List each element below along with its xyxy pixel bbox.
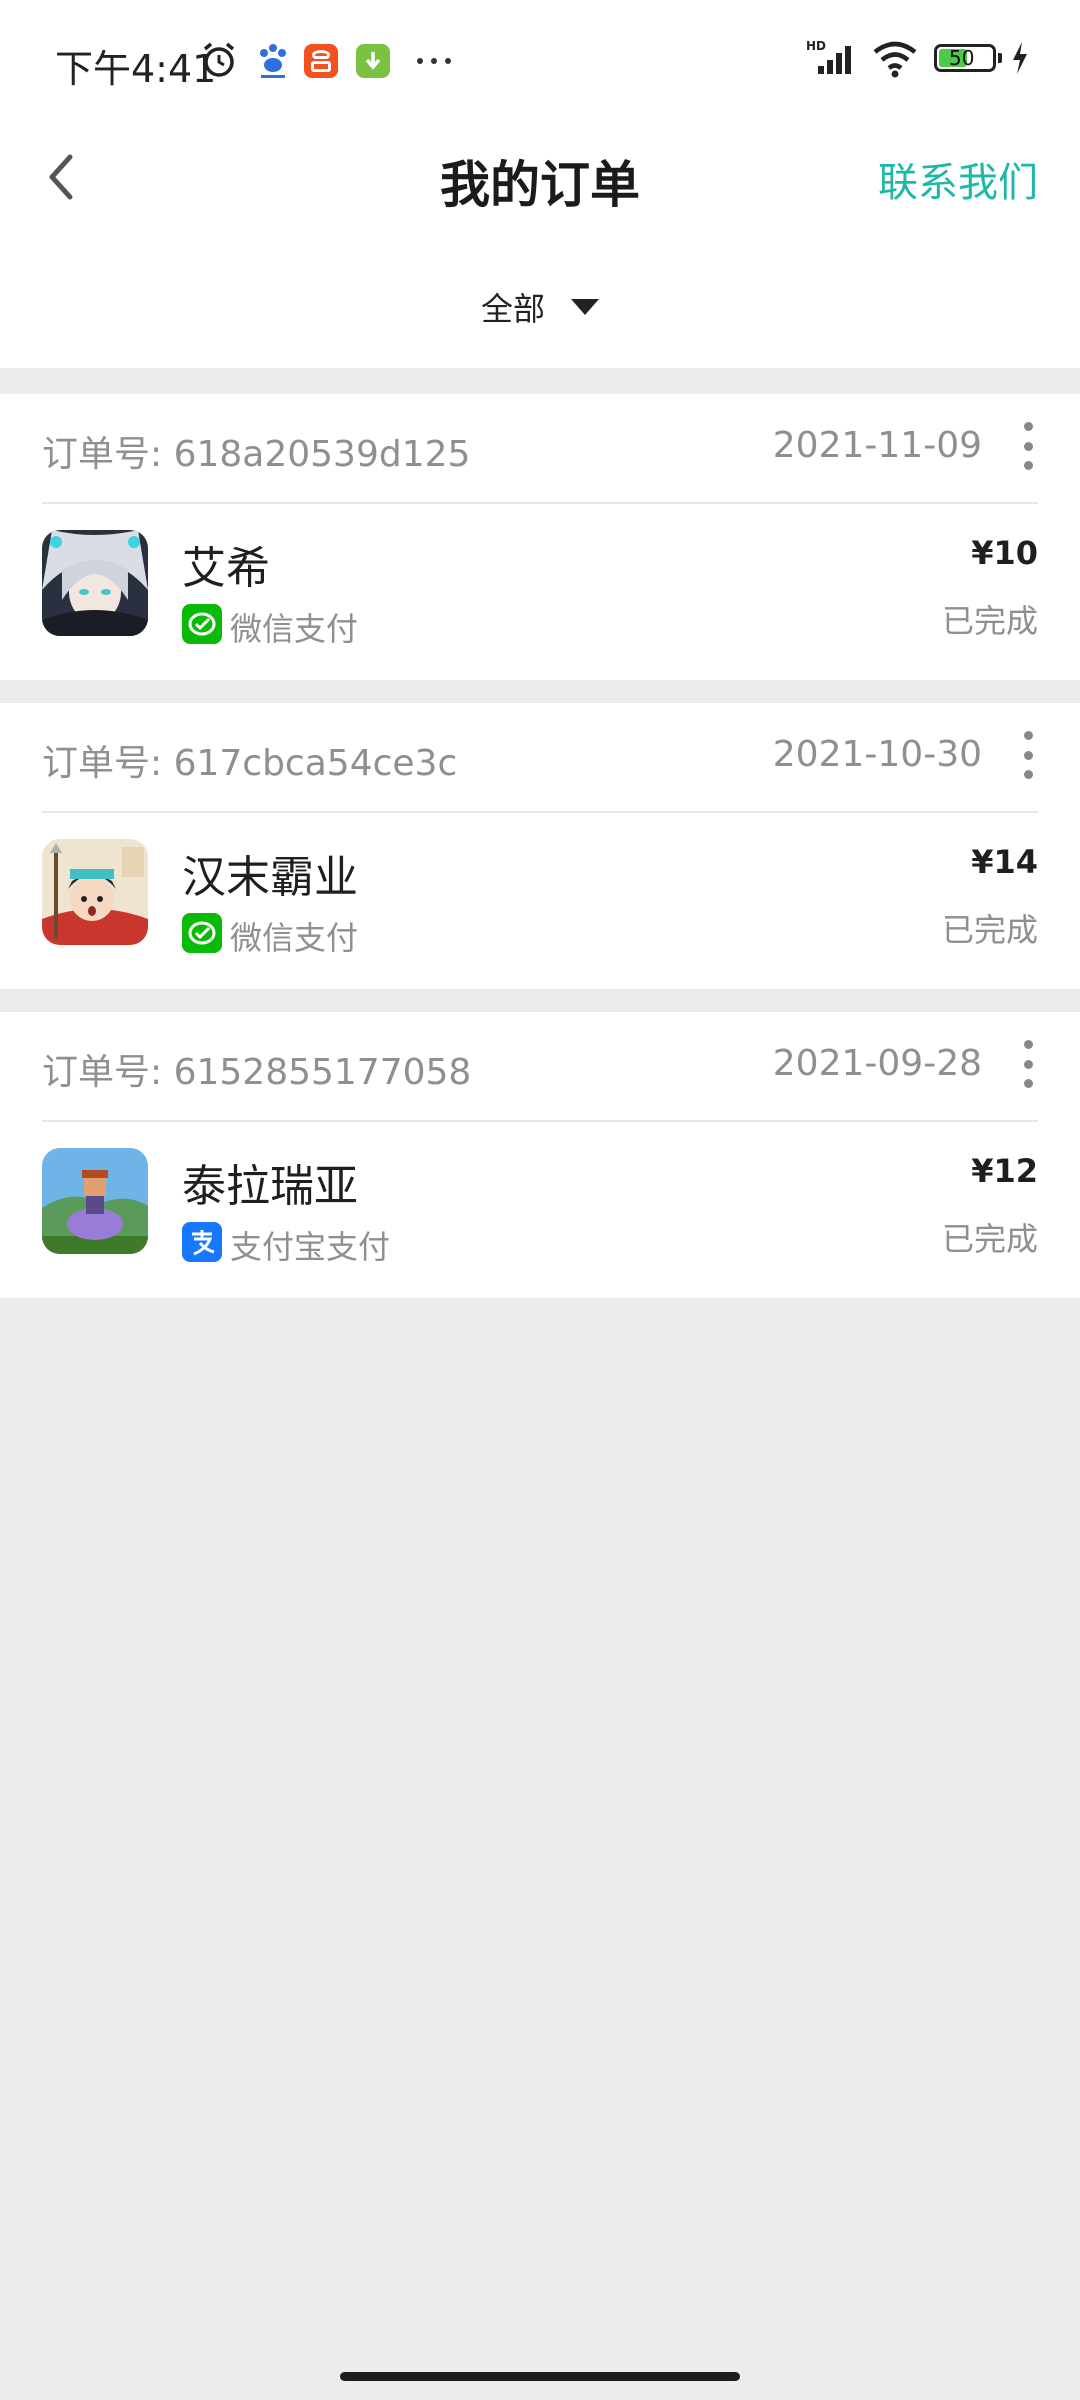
- app-header: 我的订单 联系我们: [0, 125, 1080, 245]
- order-header: 订单号: 6152855177058 2021-09-28: [42, 1012, 1038, 1122]
- more-icon: [417, 58, 451, 64]
- battery-icon: 50: [934, 44, 1002, 72]
- order-status: 已完成: [941, 1220, 1038, 1258]
- contact-us-link[interactable]: 联系我们: [878, 150, 1038, 208]
- wechat-pay-icon: [182, 604, 222, 644]
- wechat-pay-icon: [182, 913, 222, 953]
- order-price: ¥14: [971, 843, 1038, 881]
- game-name: 汉末霸业: [182, 852, 358, 903]
- status-bar: 下午4:41 HD 50: [0, 0, 1080, 125]
- order-card[interactable]: 订单号: 6152855177058 2021-09-28 泰拉瑞亚 支付宝支付…: [0, 1012, 1080, 1298]
- order-status: 已完成: [941, 602, 1038, 640]
- order-list: 订单号: 618a20539d125 2021-11-09 艾希 微信支付 ¥1…: [0, 394, 1080, 1321]
- order-date: 2021-09-28: [772, 1043, 982, 1084]
- order-price: ¥10: [971, 534, 1038, 572]
- more-options-button[interactable]: [1018, 1040, 1038, 1088]
- game-name: 艾希: [182, 543, 270, 594]
- kuaishou-icon: [304, 44, 338, 78]
- order-body: 泰拉瑞亚 支付宝支付 ¥12 已完成: [42, 1122, 1038, 1298]
- payment-method: 微信支付: [230, 919, 359, 957]
- order-header: 订单号: 617cbca54ce3c 2021-10-30: [42, 703, 1038, 813]
- alipay-icon: [182, 1222, 222, 1262]
- order-number: 订单号: 618a20539d125: [42, 434, 471, 475]
- more-options-button[interactable]: [1018, 731, 1038, 779]
- order-status: 已完成: [941, 911, 1038, 949]
- order-price: ¥12: [971, 1152, 1038, 1190]
- svg-text:HD: HD: [806, 39, 826, 53]
- game-icon-aixi: [42, 530, 148, 636]
- order-body: 艾希 微信支付 ¥10 已完成: [42, 504, 1038, 680]
- download-icon: [356, 44, 390, 78]
- order-date: 2021-11-09: [772, 425, 982, 466]
- more-options-button[interactable]: [1018, 422, 1038, 470]
- payment-method: 支付宝支付: [230, 1228, 391, 1266]
- payment-method: 微信支付: [230, 610, 359, 648]
- game-icon-terraria: [42, 1148, 148, 1254]
- caret-down-icon: [571, 298, 599, 315]
- alarm-icon: [203, 42, 235, 77]
- status-time: 下午4:41: [55, 47, 217, 91]
- filter-label: 全部: [480, 289, 545, 328]
- wifi-icon: [873, 41, 917, 78]
- order-card[interactable]: 订单号: 617cbca54ce3c 2021-10-30 汉末霸业 微信支付 …: [0, 703, 1080, 989]
- order-filter-dropdown[interactable]: 全部: [0, 245, 1080, 368]
- home-indicator[interactable]: [340, 2372, 740, 2381]
- charging-icon: [1013, 42, 1027, 74]
- order-header: 订单号: 618a20539d125 2021-11-09: [42, 394, 1038, 504]
- game-name: 泰拉瑞亚: [182, 1161, 358, 1212]
- battery-level: 50: [949, 46, 975, 70]
- order-date: 2021-10-30: [772, 734, 982, 775]
- order-body: 汉末霸业 微信支付 ¥14 已完成: [42, 813, 1038, 989]
- order-number: 订单号: 6152855177058: [42, 1052, 472, 1093]
- baidu-icon: [260, 44, 286, 78]
- game-icon-hanmobaye: [42, 839, 148, 945]
- order-card[interactable]: 订单号: 618a20539d125 2021-11-09 艾希 微信支付 ¥1…: [0, 394, 1080, 680]
- hd-signal-icon: HD: [806, 39, 851, 74]
- order-number: 订单号: 617cbca54ce3c: [42, 743, 458, 784]
